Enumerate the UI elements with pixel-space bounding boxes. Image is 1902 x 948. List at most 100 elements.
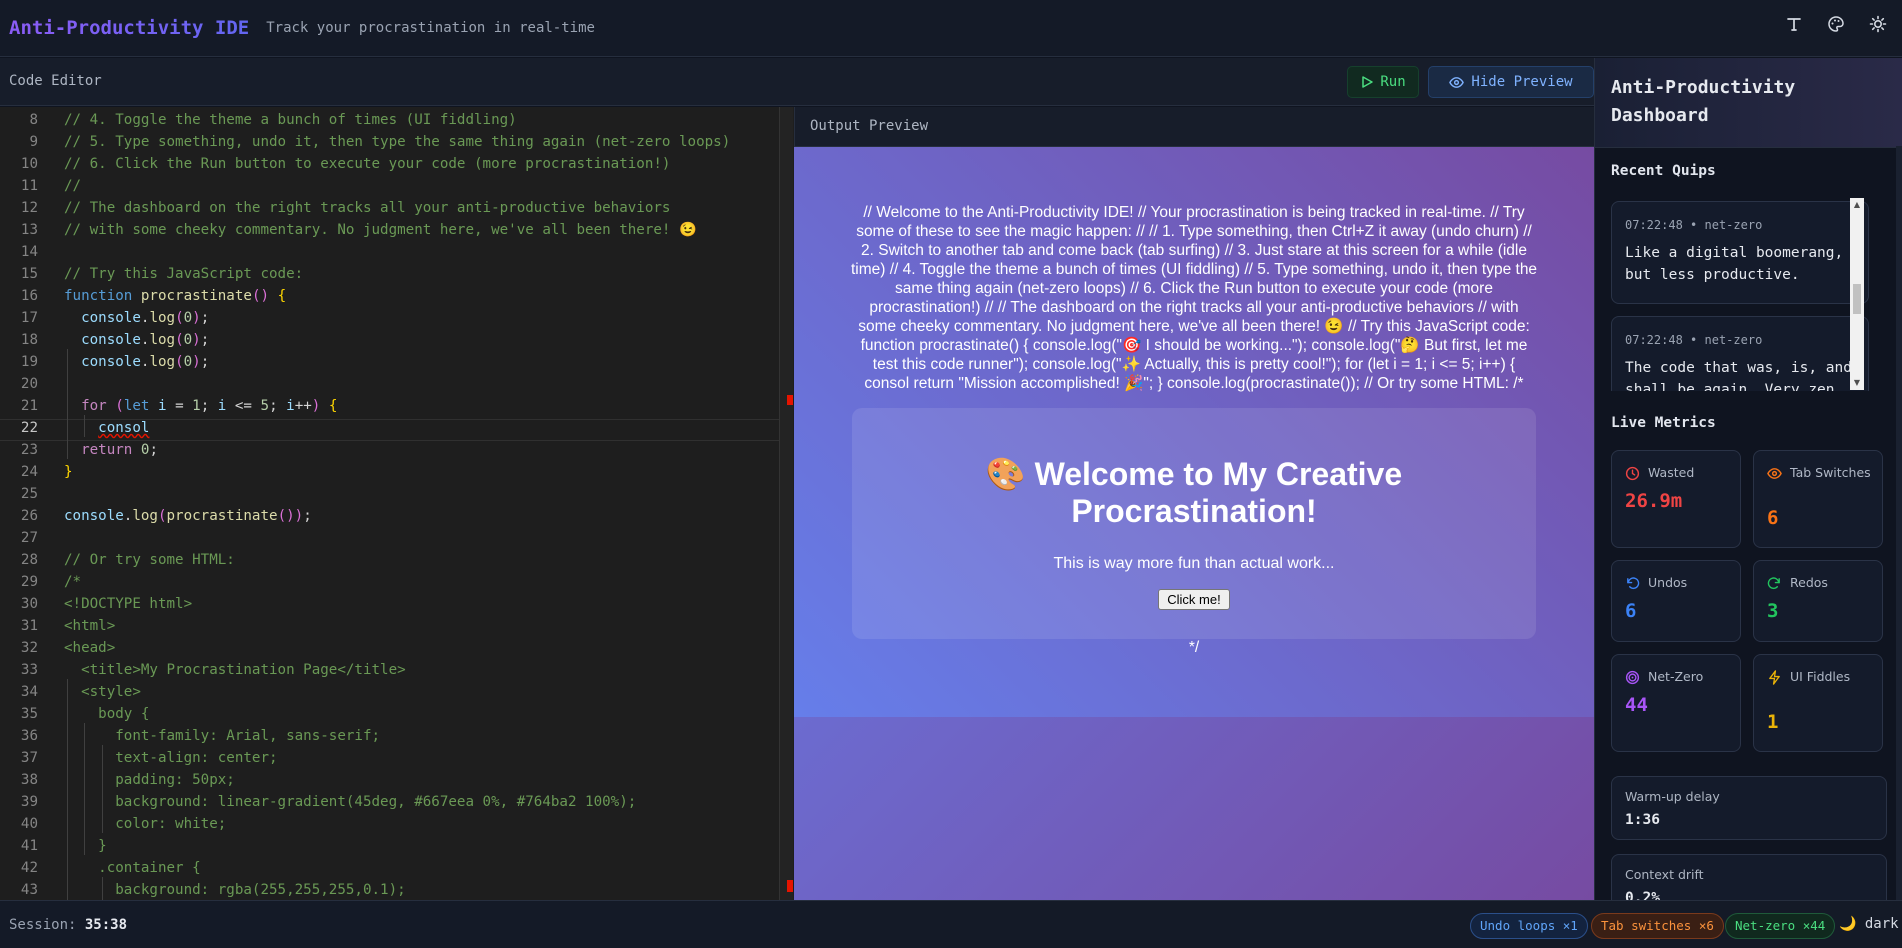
- code-line[interactable]: 18 console.log(0);: [0, 329, 780, 351]
- code-line[interactable]: 32 <head>: [0, 637, 780, 659]
- run-button-label: Run: [1380, 74, 1405, 90]
- line-code: console.log(procrastinate());: [64, 505, 312, 527]
- line-code: font-family: Arial, sans-serif;: [64, 725, 380, 747]
- code-line[interactable]: 17 console.log(0);: [0, 307, 780, 329]
- code-line[interactable]: 25: [0, 483, 780, 505]
- palette-icon[interactable]: [1826, 14, 1846, 34]
- line-code: function procrastinate() {: [64, 285, 286, 307]
- line-number: 11: [0, 175, 38, 197]
- editor-toolbar: Code Editor Run Hide Preview: [0, 58, 1594, 106]
- editor-scrollbar[interactable]: [779, 107, 793, 900]
- code-line[interactable]: 41 }: [0, 835, 780, 857]
- code-line[interactable]: 13 // with some cheeky commentary. No jud…: [0, 219, 780, 241]
- quip-text: The code that was, is, and shall be agai…: [1625, 357, 1861, 391]
- scroll-up-icon[interactable]: ▲: [1850, 198, 1864, 212]
- code-line[interactable]: 9 // 5. Type something, undo it, then typ…: [0, 131, 780, 153]
- app-header: Anti-Productivity IDE Track your procras…: [0, 0, 1902, 57]
- code-line[interactable]: 22 consol: [0, 417, 780, 439]
- line-code: return 0;: [64, 439, 158, 461]
- code-line[interactable]: 19 console.log(0);: [0, 351, 780, 373]
- code-line[interactable]: 11 //: [0, 175, 780, 197]
- code-line[interactable]: 27: [0, 527, 780, 549]
- code-line[interactable]: 20: [0, 373, 780, 395]
- text-font-icon[interactable]: [1784, 14, 1804, 34]
- line-number: 36: [0, 725, 38, 747]
- clock-icon: [1625, 466, 1640, 481]
- line-code: <html>: [64, 615, 115, 637]
- line-number: 33: [0, 659, 38, 681]
- target-icon: [1625, 670, 1640, 685]
- line-number: 37: [0, 747, 38, 769]
- line-code: <!DOCTYPE html>: [64, 593, 192, 615]
- theme-indicator[interactable]: 🌙 dark: [1839, 916, 1899, 932]
- quips-list[interactable]: 07:22:48 • net-zero Like a digital boome…: [1611, 201, 1887, 391]
- code-line[interactable]: 29 /*: [0, 571, 780, 593]
- code-line[interactable]: 33 <title>My Procrastination Page</title…: [0, 659, 780, 681]
- quips-scrollbar[interactable]: ▲ ▼: [1850, 198, 1864, 390]
- code-line[interactable]: 14: [0, 241, 780, 263]
- code-line[interactable]: 39 background: linear-gradient(45deg, #6…: [0, 791, 780, 813]
- code-line[interactable]: 37 text-align: center;: [0, 747, 780, 769]
- code-line[interactable]: 8 // 4. Toggle the theme a bunch of times…: [0, 109, 780, 131]
- code-line[interactable]: 10 // 6. Click the Run button to execute …: [0, 153, 780, 175]
- code-line[interactable]: 23 return 0;: [0, 439, 780, 461]
- line-code: // 5. Type something, undo it, then type…: [64, 131, 730, 153]
- app-subtitle: Track your procrastination in real-time: [266, 20, 595, 36]
- scroll-down-icon[interactable]: ▼: [1850, 376, 1864, 390]
- code-line[interactable]: 34 <style>: [0, 681, 780, 703]
- preview-document: // Welcome to the Anti-Productivity IDE!…: [794, 147, 1594, 717]
- code-line[interactable]: 40 color: white;: [0, 813, 780, 835]
- code-line[interactable]: 38 padding: 50px;: [0, 769, 780, 791]
- line-number: 18: [0, 329, 38, 351]
- line-code: <title>My Procrastination Page</title>: [64, 659, 406, 681]
- code-line[interactable]: 15 // Try this JavaScript code:: [0, 263, 780, 285]
- line-code: // with some cheeky commentary. No judgm…: [64, 219, 697, 241]
- metric-value: 3: [1767, 600, 1778, 622]
- line-code: //: [64, 175, 81, 197]
- code-line[interactable]: 36 font-family: Arial, sans-serif;: [0, 725, 780, 747]
- quip-meta: 07:22:48 • net-zero: [1625, 218, 1762, 232]
- quip-text: Like a digital boomerang, but less produ…: [1625, 242, 1861, 286]
- code-line[interactable]: 31 <html>: [0, 615, 780, 637]
- code-line[interactable]: 43 background: rgba(255,255,255,0.1);: [0, 879, 780, 900]
- line-code: text-align: center;: [64, 747, 278, 769]
- line-number: 42: [0, 857, 38, 879]
- code-line[interactable]: 30 <!DOCTYPE html>: [0, 593, 780, 615]
- recent-quips-title: Recent Quips: [1611, 163, 1716, 179]
- line-number: 29: [0, 571, 38, 593]
- code-line[interactable]: 24}: [0, 461, 780, 483]
- line-number: 34: [0, 681, 38, 703]
- run-button[interactable]: Run: [1347, 66, 1419, 98]
- code-editor[interactable]: 8 // 4. Toggle the theme a bunch of times…: [0, 107, 794, 900]
- line-number: 43: [0, 879, 38, 900]
- metric-ui-fiddles: UI Fiddles 1: [1753, 654, 1883, 752]
- line-number: 38: [0, 769, 38, 791]
- code-line[interactable]: 28 // Or try some HTML:: [0, 549, 780, 571]
- sun-icon[interactable]: [1868, 14, 1888, 34]
- code-line[interactable]: 12 // The dashboard on the right tracks a…: [0, 197, 780, 219]
- code-line[interactable]: 26 console.log(procrastinate());: [0, 505, 780, 527]
- session-timer: Session: 35:38: [9, 917, 127, 933]
- line-number: 21: [0, 395, 38, 417]
- quip-card: 07:22:48 • net-zero The code that was, i…: [1611, 316, 1869, 391]
- line-code: console.log(0);: [64, 329, 209, 351]
- quips-scroll-thumb[interactable]: [1853, 284, 1861, 314]
- code-line[interactable]: 21 for (let i = 1; i <= 5; i++) {: [0, 395, 780, 417]
- line-code: // Or try some HTML:: [64, 549, 235, 571]
- dashboard-title: Anti-Productivity Dashboard: [1611, 74, 1861, 130]
- eye-icon: [1767, 466, 1782, 481]
- code-line[interactable]: 35 body {: [0, 703, 780, 725]
- line-code: background: rgba(255,255,255,0.1);: [64, 879, 406, 900]
- dashboard-scrollbar[interactable]: [1896, 146, 1902, 900]
- redo-icon: [1767, 576, 1782, 591]
- preview-click-button[interactable]: Click me!: [1158, 589, 1230, 610]
- preview-text: // Welcome to the Anti-Productivity IDE!…: [849, 203, 1539, 393]
- code-line[interactable]: 16 function procrastinate() {: [0, 285, 780, 307]
- line-code: /*: [64, 571, 81, 593]
- hide-preview-button[interactable]: Hide Preview: [1428, 66, 1594, 98]
- line-code: body {: [64, 703, 149, 725]
- line-code: for (let i = 1; i <= 5; i++) {: [64, 395, 337, 417]
- line-number: 20: [0, 373, 38, 395]
- code-line[interactable]: 42 .container {: [0, 857, 780, 879]
- line-number: 19: [0, 351, 38, 373]
